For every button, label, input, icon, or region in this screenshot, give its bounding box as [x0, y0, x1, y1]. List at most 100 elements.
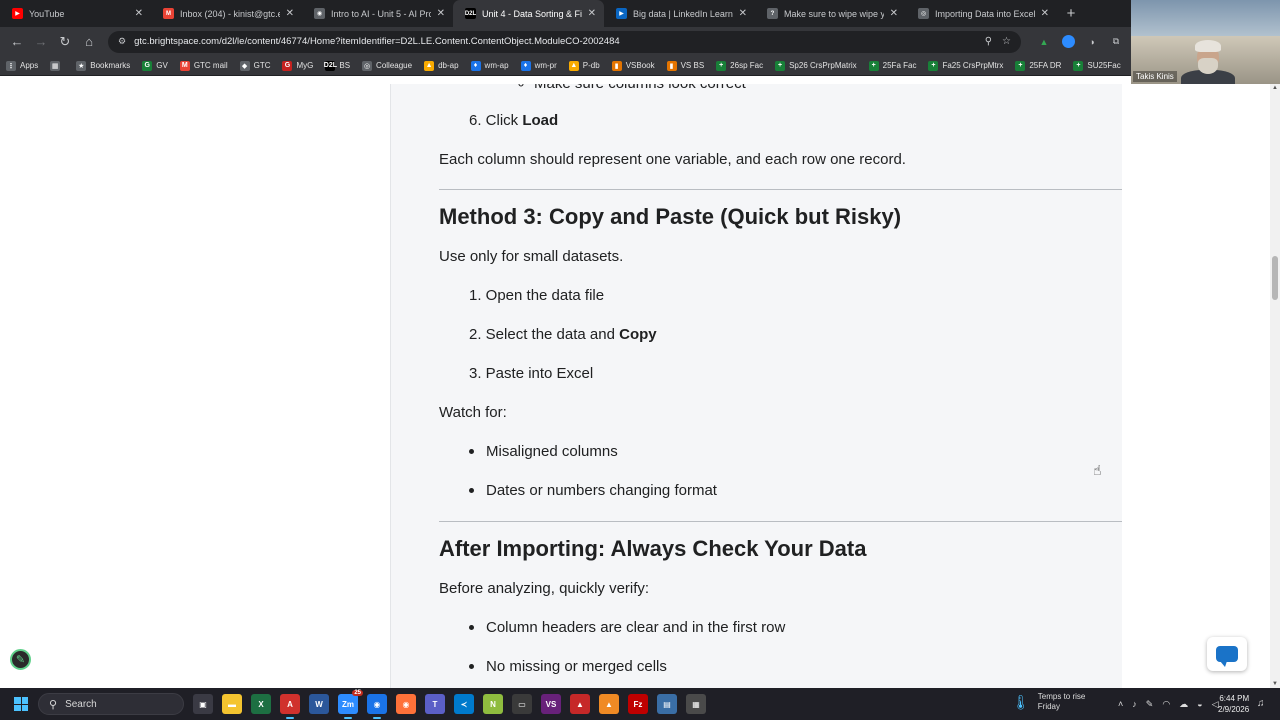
browser-tab[interactable]: ▶ YouTube ✕ — [0, 0, 151, 27]
webcam-overlay: Takis Kinis — [1131, 0, 1280, 84]
forward-button[interactable]: → — [30, 31, 52, 53]
taskbar-clock[interactable]: 6:44 PM 2/9/2026 — [1218, 693, 1249, 715]
pen-icon[interactable]: ✎ — [1146, 699, 1154, 710]
clock-date: 2/9/2026 — [1218, 705, 1250, 714]
browser-tab[interactable]: ▶ Big data | LinkedIn Learning ✕ — [604, 0, 755, 27]
site-info-icon[interactable]: ⚙ — [118, 36, 126, 47]
tab-close-icon[interactable]: ✕ — [286, 8, 294, 19]
zoom-icon[interactable]: ⚲ — [985, 36, 992, 47]
browser-tab[interactable]: D2L Unit 4 - Data Sorting & Filter ✕ — [453, 0, 604, 27]
bookmark-item[interactable]: ♦ wm-pr — [520, 60, 557, 71]
bookmark-item[interactable]: ▲ P-db — [568, 60, 600, 71]
home-button[interactable]: ⌂ — [78, 31, 100, 53]
weather-widget[interactable]: 🌡 Temps to rise Friday — [1012, 692, 1085, 712]
wifi-icon[interactable]: ◒ — [1197, 699, 1202, 709]
microphone-icon[interactable]: ♪ — [1132, 699, 1137, 709]
webcam-person-beard — [1198, 58, 1218, 74]
scrollbar-thumb[interactable] — [1272, 256, 1278, 300]
tab-close-icon[interactable]: ✕ — [1041, 8, 1049, 19]
bookmark-item[interactable]: +26sp Fac — [716, 60, 763, 71]
tab-title: YouTube — [29, 8, 65, 19]
list-item: No missing or merged cells — [469, 658, 667, 675]
bookmark-item[interactable]: G MyG — [282, 60, 313, 71]
webcam-person-hair — [1195, 40, 1221, 52]
start-button[interactable] — [10, 693, 32, 715]
bookmark-item[interactable]: M GTC mail — [179, 60, 228, 71]
taskbar-apps: ▣ ▬ X A W Zm 25 ◉ ◉ T ≺ N ▭ VS ▲ ▲ Fz ▤ ▦ — [184, 690, 706, 719]
bookmark-item[interactable]: +25FA DR — [1015, 60, 1061, 71]
tab-close-icon[interactable]: ✕ — [135, 8, 143, 19]
browser-toolbar: ← → ↻ ⌂ ⚙ gtc.brightspace.com/d2l/le/con… — [0, 27, 1131, 56]
excel-icon[interactable]: X — [251, 694, 271, 714]
bookmark-item[interactable]: ⋮ Apps — [6, 60, 38, 71]
bookmark-item[interactable]: ♦ wm-ap — [470, 60, 509, 71]
drive-extension-icon[interactable]: ▲ — [1035, 33, 1053, 51]
scroll-down-icon[interactable]: ▼ — [1272, 681, 1278, 687]
bookmark-item[interactable]: ▮ VSBook — [611, 60, 655, 71]
page-scrollbar[interactable]: ▲ ▼ — [1270, 84, 1280, 688]
headset-icon[interactable]: ◠ — [1162, 699, 1170, 710]
bookmark-item[interactable]: + Sp26 CrsPrpMatrix — [775, 60, 857, 71]
bookmark-item[interactable]: ◆ GTC — [239, 60, 270, 71]
firefox-icon[interactable]: ◉ — [396, 694, 416, 714]
browser-tab[interactable]: ◉ Intro to AI - Unit 5 - AI Proje ✕ — [302, 0, 453, 27]
taskbar-search[interactable]: ⚲ Search — [38, 693, 184, 715]
bookmark-favicon-icon: ▲ — [568, 60, 579, 71]
bookmark-item[interactable]: +25Fa Fac — [868, 60, 916, 71]
pdf-reader-icon[interactable]: ▲ — [570, 694, 590, 714]
terminal-icon[interactable]: ▭ — [512, 694, 532, 714]
extensions-puzzle-icon[interactable]: ⧉ — [1107, 33, 1125, 51]
tab-close-icon[interactable]: ✕ — [588, 8, 596, 19]
new-tab-button[interactable]: + — [1057, 0, 1085, 27]
bookmark-item[interactable]: D2L BS — [324, 60, 350, 71]
zoom-extension-icon[interactable] — [1059, 33, 1077, 51]
bookmark-label: P-db — [582, 61, 600, 70]
chat-button[interactable] — [1207, 637, 1247, 671]
word-icon[interactable]: W — [309, 694, 329, 714]
address-bar[interactable]: ⚙ gtc.brightspace.com/d2l/le/content/467… — [108, 30, 1021, 53]
back-button[interactable]: ← — [6, 31, 28, 53]
method3-step-3: 3. Paste into Excel — [469, 365, 594, 382]
task-view-icon[interactable]: ▣ — [193, 694, 213, 714]
vlc-icon[interactable]: ▲ — [599, 694, 619, 714]
step-6: 6. Click Load — [469, 112, 558, 129]
tab-close-icon[interactable]: ✕ — [890, 8, 898, 19]
calculator-icon[interactable]: ▦ — [686, 694, 706, 714]
tab-close-icon[interactable]: ✕ — [437, 8, 445, 19]
snip-icon[interactable]: ▤ — [657, 694, 677, 714]
download-extension-icon[interactable]: ◑ — [1083, 33, 1101, 51]
teams-icon[interactable]: T — [425, 694, 445, 714]
bookmark-star-icon[interactable]: ☆ — [1002, 36, 1011, 47]
zoom-badge: 25 — [352, 690, 363, 696]
zoom-icon[interactable]: Zm 25 — [338, 690, 363, 719]
bookmark-favicon-icon: ⋮ — [6, 60, 16, 71]
bookmark-item[interactable]: + SU25Fac — [1073, 60, 1121, 71]
acrobat-icon[interactable]: A — [280, 694, 300, 719]
notepad-plus-icon[interactable]: N — [483, 694, 503, 714]
visual-studio-icon[interactable]: VS — [541, 694, 561, 714]
vscode-icon[interactable]: ≺ — [454, 694, 474, 714]
bookmark-item[interactable]: G GV — [142, 60, 168, 71]
browser-tab[interactable]: M Inbox (204) - kinist@gtc.edu ✕ — [151, 0, 302, 27]
bookmark-item[interactable]: ▮ VS BS — [666, 60, 704, 71]
reload-button[interactable]: ↻ — [54, 31, 76, 53]
edit-pencil-icon[interactable]: ✎ — [10, 649, 31, 670]
notification-bell-icon[interactable]: ♫ — [1257, 698, 1265, 709]
browser-tab[interactable]: ? Make sure to wipe wipe your ✕ — [755, 0, 906, 27]
bookmark-item[interactable]: ▲ db-ap — [424, 60, 459, 71]
url-text[interactable]: gtc.brightspace.com/d2l/le/content/46774… — [134, 36, 975, 47]
browser-tab[interactable]: ◎ Importing Data into Excel ✕ — [906, 0, 1057, 27]
bookmark-item[interactable]: ◎ Colleague — [362, 60, 412, 71]
bookmark-item[interactable]: + Fa25 CrsPrpMtrx — [928, 60, 1003, 71]
file-explorer-icon[interactable]: ▬ — [222, 694, 242, 714]
bookmark-favicon-icon: ◎ — [362, 60, 373, 71]
bookmark-item[interactable]: ★ Bookmarks — [76, 60, 130, 71]
tab-favicon-icon: M — [163, 8, 174, 19]
bookmark-item[interactable]: ▦ — [50, 60, 64, 71]
tab-close-icon[interactable]: ✕ — [739, 8, 747, 19]
chrome-icon[interactable]: ◉ — [367, 694, 387, 719]
scroll-up-icon[interactable]: ▲ — [1272, 85, 1278, 91]
filezilla-icon[interactable]: Fz — [628, 694, 648, 714]
chevron-up-icon[interactable]: ˄ — [1118, 699, 1123, 709]
onedrive-icon[interactable]: ☁ — [1179, 699, 1188, 710]
